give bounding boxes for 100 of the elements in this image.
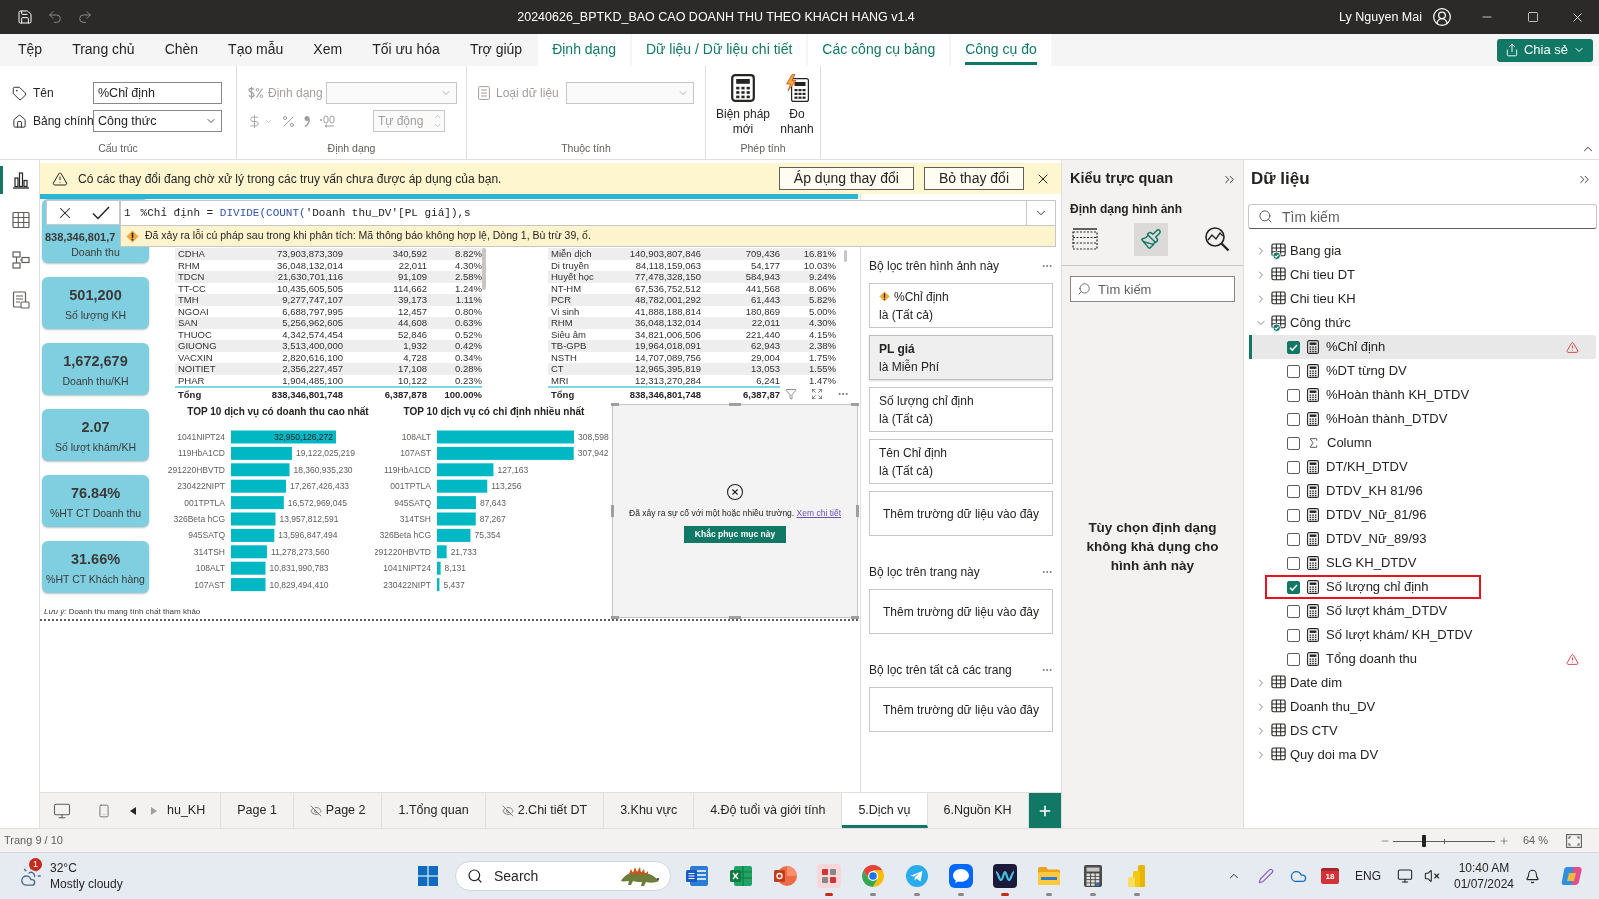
notification-button[interactable]: Áp dụng thay đổi (778, 167, 914, 190)
currency-icon[interactable] (247, 113, 262, 129)
search-field[interactable]: Tìm kiếm (1070, 276, 1235, 302)
redo-icon[interactable] (77, 9, 93, 25)
field-name[interactable]: DTDV_KH 81/96 (1326, 481, 1423, 501)
checkbox[interactable] (1287, 580, 1300, 594)
name-field[interactable]: %Chỉ định (93, 82, 222, 104)
slider-thumb[interactable] (1421, 834, 1426, 847)
monitor-icon[interactable] (1397, 868, 1413, 884)
field-name[interactable]: %Chỉ định (1326, 337, 1386, 357)
scroll-left-icon[interactable] (130, 806, 136, 815)
add-page-button[interactable] (1028, 793, 1061, 828)
drop-zone[interactable]: Thêm trường dữ liệu vào đây (869, 589, 1053, 634)
ribbon-button[interactable]: Biện pháp mới (715, 74, 771, 137)
ribbon-tab[interactable]: Chèn (150, 34, 213, 66)
check-icon[interactable] (92, 205, 110, 220)
filter-card[interactable]: Tên Chỉ định là (Tất cả) (869, 439, 1053, 484)
start-icon[interactable] (418, 866, 438, 886)
calculator-app-icon[interactable] (1081, 864, 1105, 888)
checkbox[interactable] (1287, 484, 1300, 498)
selected-row[interactable]: %Chỉ định (1249, 335, 1596, 359)
paper-plane-icon[interactable] (905, 864, 929, 888)
field-name[interactable]: DTDV_Nữ_89/93 (1326, 529, 1427, 549)
desktop-layout-icon[interactable] (53, 801, 71, 820)
table-name[interactable]: Bang gia (1290, 241, 1342, 261)
clock-date[interactable]: 01/07/2024 (1453, 876, 1515, 892)
checkbox[interactable] (1287, 628, 1300, 642)
field-name[interactable]: Column (1327, 433, 1372, 453)
wave-app-icon[interactable] (993, 864, 1017, 888)
notifications-icon[interactable] (1524, 868, 1540, 884)
chat-bubble-icon[interactable] (949, 864, 973, 888)
avatar-icon[interactable] (1432, 7, 1452, 27)
filter-card[interactable]: Số lượng chỉ định là (Tất cả) (869, 387, 1053, 432)
field-name[interactable]: Số lượt khám_DTDV (1326, 601, 1448, 621)
comma-icon[interactable] (304, 115, 310, 127)
table-name[interactable]: Doanh thu_DV (1290, 697, 1376, 717)
resize-handle[interactable] (851, 403, 859, 406)
focus-mode-icon[interactable] (811, 388, 823, 400)
checkbox[interactable] (1287, 532, 1300, 546)
checkbox[interactable] (1287, 340, 1300, 354)
ribbon-tab[interactable]: Các công cụ bảng (808, 34, 950, 66)
muted-speaker-icon[interactable] (1424, 868, 1440, 884)
details-link[interactable]: Xem chi tiết (796, 508, 841, 519)
ribbon-button[interactable]: Đo nhanh (775, 74, 819, 137)
field-name[interactable]: Số lượng chỉ định (1326, 577, 1429, 597)
field-name[interactable]: DTDV_Nữ_81/96 (1326, 505, 1427, 525)
percent-icon[interactable] (281, 113, 296, 129)
field-name[interactable]: %Hoàn thành_DTDV (1326, 409, 1448, 429)
undo-icon[interactable] (47, 9, 63, 25)
pen-icon[interactable] (1258, 868, 1274, 884)
ribbon-tab[interactable]: Dữ liệu / Dữ liệu chi tiết (631, 34, 807, 66)
scroll-right-icon[interactable] (151, 806, 157, 815)
field-name[interactable]: Số lượt khám/ KH_DTDV (1326, 625, 1473, 645)
field-name[interactable]: %Hoàn thành KH_DTDV (1326, 385, 1470, 405)
table-name[interactable]: Chi tieu DT (1290, 265, 1356, 285)
filter-card[interactable]: PL giá là Miễn Phí (869, 335, 1053, 380)
notification-button[interactable]: Bỏ thay đổi (923, 167, 1024, 190)
field-name[interactable]: %DT từng DV (1326, 361, 1407, 381)
checkbox[interactable] (1287, 412, 1300, 426)
ribbon-tab[interactable]: Tạo mẫu (214, 34, 298, 66)
folder-icon[interactable] (1037, 864, 1061, 888)
table-name[interactable]: Date dim (1290, 673, 1343, 693)
search-field[interactable]: Tìm kiếm (1248, 204, 1597, 229)
filter-icon[interactable] (785, 388, 797, 400)
resize-handle[interactable] (851, 616, 859, 619)
checkbox[interactable] (1287, 388, 1300, 402)
checkbox[interactable] (1287, 460, 1300, 474)
ribbon-tab[interactable]: Xem (299, 34, 357, 66)
resize-handle[interactable] (611, 616, 619, 619)
ribbon-tab[interactable]: Định dạng (538, 34, 630, 66)
resize-handle[interactable] (729, 616, 741, 619)
zoom-in-icon[interactable] (1498, 835, 1509, 846)
save-icon[interactable] (17, 9, 33, 25)
share-button[interactable]: Chia sẻ (1496, 38, 1593, 62)
drop-zone[interactable]: Thêm trường dữ liệu vào đây (869, 687, 1053, 732)
presentation-app-icon[interactable] (773, 864, 797, 888)
calendar-button[interactable]: 18 (1321, 868, 1339, 884)
ribbon-tab[interactable]: Trợ giúp (455, 34, 537, 66)
checkbox[interactable] (1287, 604, 1300, 618)
fit-page-icon[interactable] (1566, 833, 1582, 848)
ribbon-tab[interactable]: Trang chủ (58, 34, 149, 66)
table-name[interactable]: Chi tieu KH (1290, 289, 1356, 309)
home-table-select[interactable]: Công thức (93, 110, 222, 132)
checkbox[interactable] (1287, 436, 1300, 450)
checkbox[interactable] (1287, 652, 1300, 666)
document-app-icon[interactable] (685, 864, 709, 888)
page-tab[interactable]: 5.Dịch vụ (842, 793, 928, 828)
checkbox[interactable] (1287, 364, 1300, 378)
drop-zone[interactable]: Thêm trường dữ liệu vào đây (869, 491, 1053, 536)
resize-handle[interactable] (611, 403, 619, 406)
maximize-icon[interactable] (1527, 11, 1539, 23)
checkbox[interactable] (1287, 556, 1300, 570)
table-name[interactable]: Công thức (1290, 313, 1351, 333)
field-name[interactable]: DT/KH_DTDV (1326, 457, 1408, 477)
grid-app-icon[interactable] (817, 864, 841, 888)
language-indicator[interactable]: ENG (1355, 867, 1381, 885)
filter-card[interactable]: %Chỉ định là (Tất cả) (869, 283, 1053, 328)
ribbon-tab[interactable]: Tối ưu hóa (358, 34, 454, 66)
fix-button[interactable]: Khắc phục mục này (684, 525, 786, 543)
ribbon-tab[interactable]: Tệp (4, 34, 57, 66)
